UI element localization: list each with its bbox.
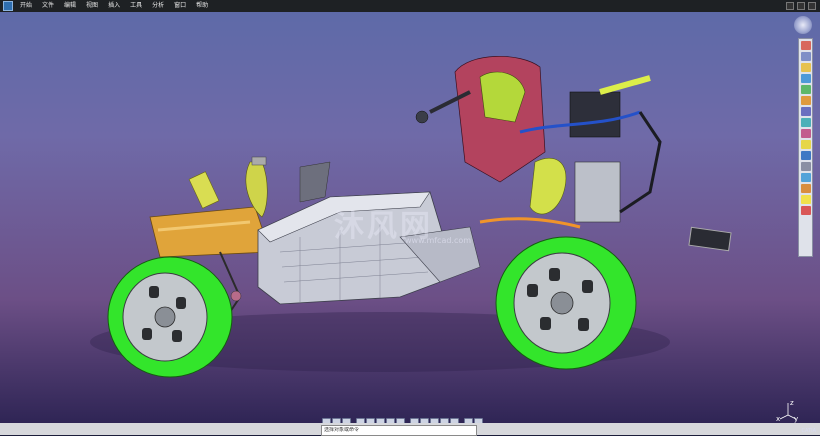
light-icon[interactable] xyxy=(800,195,811,204)
sketch-icon[interactable] xyxy=(800,41,811,50)
watermark-url: www.mfcad.com xyxy=(405,236,472,245)
catalog-icon[interactable] xyxy=(800,184,811,193)
menu-insert[interactable]: 插入 xyxy=(103,0,125,12)
axis-z-label: z xyxy=(790,399,794,407)
menu-bar: 开始 文件 编辑 视图 插入 工具 分析 窗口 帮助 xyxy=(0,0,820,12)
maximize-button[interactable] xyxy=(797,2,805,10)
axis-y-label: y xyxy=(794,415,799,423)
axis-x-label: x xyxy=(776,415,781,423)
right-toolbar xyxy=(798,38,813,257)
axis-tripod: z x y xyxy=(776,399,800,423)
menu-edit[interactable]: 编辑 xyxy=(59,0,81,12)
publish-icon[interactable] xyxy=(800,140,811,149)
rear-motor-module xyxy=(415,56,732,252)
menu-analyze[interactable]: 分析 xyxy=(147,0,169,12)
window-controls xyxy=(786,2,816,10)
menu-window[interactable]: 窗口 xyxy=(169,0,191,12)
menu-file[interactable]: 文件 xyxy=(37,0,59,12)
menu-view[interactable]: 视图 xyxy=(81,0,103,12)
rear-wheel xyxy=(495,236,637,370)
minimize-button[interactable] xyxy=(786,2,794,10)
measure-icon[interactable] xyxy=(800,85,811,94)
front-wheel xyxy=(107,256,233,378)
compass-icon[interactable] xyxy=(800,52,811,61)
3d-viewport[interactable]: 沐风网 www.mfcad.com z x y xyxy=(0,12,820,423)
hide-icon[interactable] xyxy=(800,162,811,171)
swap-icon[interactable] xyxy=(800,173,811,182)
menu-help[interactable]: 帮助 xyxy=(191,0,213,12)
analysis-icon[interactable] xyxy=(800,151,811,160)
app-logo-icon[interactable] xyxy=(3,1,13,11)
close-button[interactable] xyxy=(808,2,816,10)
plane-icon[interactable] xyxy=(800,63,811,72)
brand-label: CATIA xyxy=(801,428,816,434)
grid-icon[interactable] xyxy=(800,74,811,83)
status-bar: CATIA xyxy=(0,423,820,436)
command-input[interactable] xyxy=(321,425,477,436)
menu-start[interactable]: 开始 xyxy=(15,0,37,12)
constraint-icon[interactable] xyxy=(800,107,811,116)
layer-icon[interactable] xyxy=(800,118,811,127)
view-toolbar xyxy=(322,416,483,423)
parameter-icon[interactable] xyxy=(800,206,811,215)
render-icon[interactable] xyxy=(800,129,811,138)
compass-icon[interactable] xyxy=(794,16,812,34)
material-icon[interactable] xyxy=(800,96,811,105)
menu-tools[interactable]: 工具 xyxy=(125,0,147,12)
